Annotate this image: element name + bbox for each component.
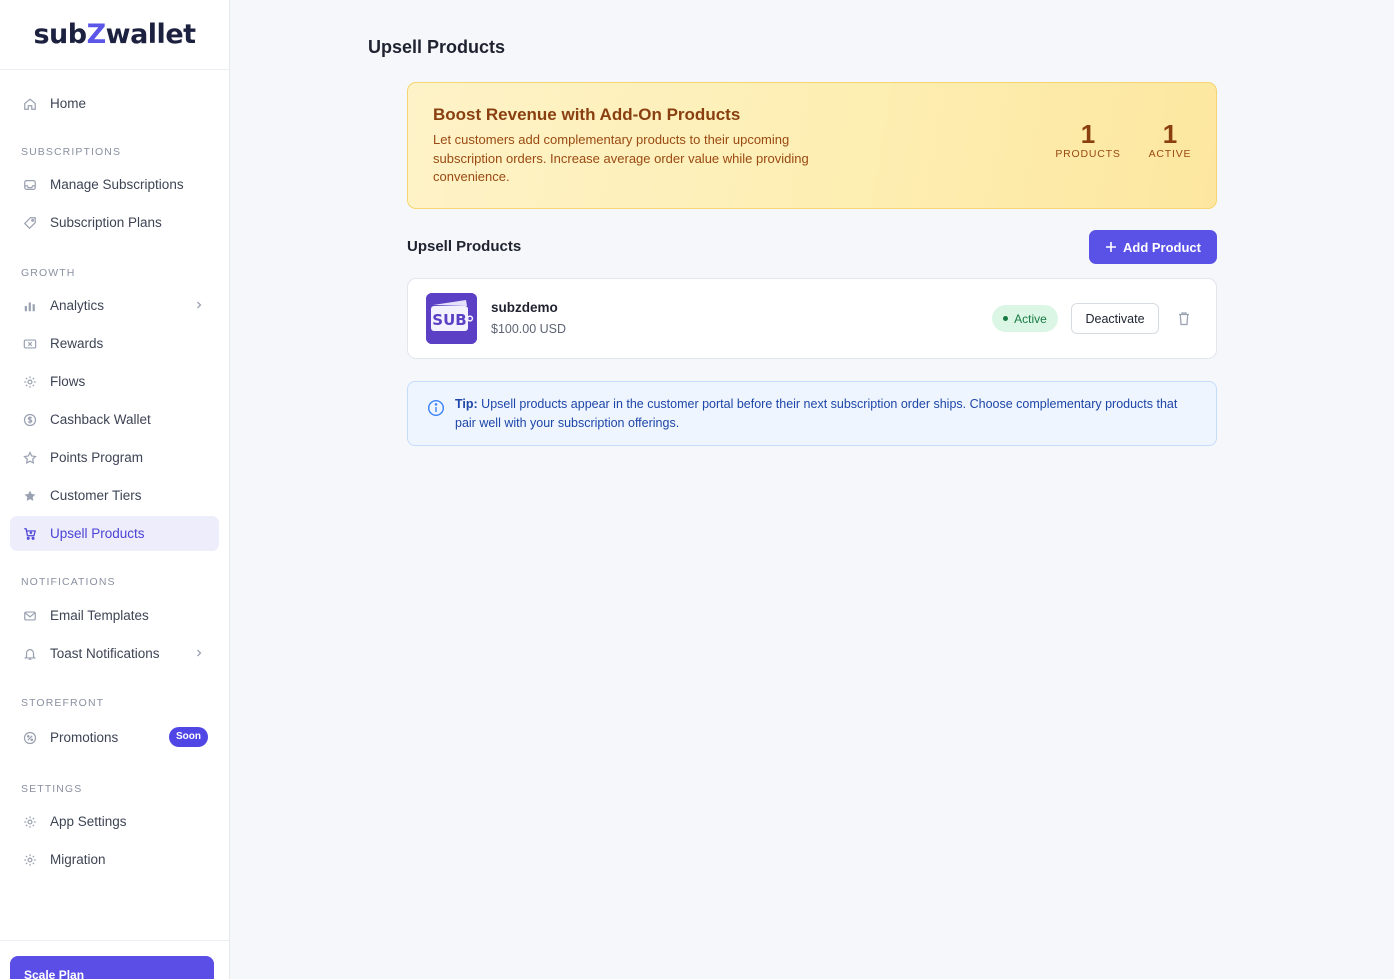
add-product-label: Add Product [1123,239,1201,255]
gear-icon [22,814,38,830]
stat-active: 1 ACTIVE [1140,121,1200,160]
sidebar-item-toast-notifications[interactable]: Toast Notifications [10,636,219,671]
sidebar-item-label: Analytics [50,298,105,313]
gear-icon [22,852,38,868]
status-dot [1003,316,1009,321]
trash-icon[interactable] [1176,310,1192,327]
tip-label: Tip: [455,397,478,411]
section-notifications: NOTIFICATIONS [21,576,116,588]
stat-products: 1 PRODUCTS [1048,121,1128,160]
deactivate-button[interactable]: Deactivate [1071,303,1159,334]
cart-plus-icon [22,526,38,542]
stat-label: ACTIVE [1148,148,1192,160]
sidebar-item-label: Email Templates [50,608,149,623]
product-row: SUB subzdemo $100.00 USD Active Deactiva… [407,278,1217,359]
sidebar-item-email-templates[interactable]: Email Templates [10,598,219,633]
inbox-icon [22,177,38,193]
chevron-right-icon [197,301,202,309]
status-label: Active [1014,311,1047,326]
tip-box: Tip: Upsell products appear in the custo… [407,381,1217,446]
sidebar-item-label: Rewards [50,336,104,351]
sidebar-item-points-program[interactable]: Points Program [10,440,219,475]
sidebar-item-label: App Settings [50,814,127,829]
sidebar-item-flows[interactable]: Flows [10,364,219,399]
sidebar-item-label: Home [50,96,87,111]
sidebar-item-upsell-products[interactable]: Upsell Products [10,516,219,551]
brand-suffix: wallet [105,19,196,50]
plan-footer: Scale Plan [0,940,229,979]
mail-icon [22,608,38,624]
product-thumbnail-text: SUB [432,311,466,329]
sidebar-item-app-settings[interactable]: App Settings [10,804,219,839]
tip-text: Tip: Upsell products appear in the custo… [455,395,1200,432]
sidebar-item-label: Migration [50,852,106,867]
stat-label: PRODUCTS [1055,148,1121,160]
sidebar-item-cashback-wallet[interactable]: Cashback Wallet [10,402,219,437]
home-icon [22,96,38,112]
plus-icon [1106,242,1116,252]
sidebar-item-label: Promotions [50,730,119,745]
sidebar-item-subscription-plans[interactable]: Subscription Plans [10,205,219,240]
section-growth: GROWTH [21,267,76,279]
section-settings: SETTINGS [21,783,83,795]
section-heading: Upsell Products [407,238,522,255]
section-subscriptions: SUBSCRIPTIONS [21,146,122,158]
gift-card-icon [22,336,38,352]
section-storefront: STOREFRONT [21,697,105,709]
sidebar-item-promotions[interactable]: Promotions Soon [10,720,219,755]
product-price: $100.00 USD [491,322,567,336]
sidebar-item-home[interactable]: Home [10,86,219,121]
sidebar-item-label: Upsell Products [50,526,145,541]
sidebar-item-label: Flows [50,374,86,389]
promo-banner: Boost Revenue with Add-On Products Let c… [407,82,1217,209]
status-badge: Active [992,305,1058,332]
sidebar-item-manage-subscriptions[interactable]: Manage Subscriptions [10,167,219,202]
scale-plan-button[interactable]: Scale Plan [10,956,214,979]
stat-value: 1 [1080,119,1096,149]
star-outline-icon [22,450,38,466]
sidebar-item-customer-tiers[interactable]: Customer Tiers [10,478,219,513]
banner-title: Boost Revenue with Add-On Products [433,105,741,124]
sidebar-item-label: Manage Subscriptions [50,177,184,192]
brand-accent: Z [86,19,107,50]
sidebar-item-label: Customer Tiers [50,488,142,503]
discount-icon [22,730,38,746]
brand-prefix: sub [33,19,87,50]
sidebar-item-analytics[interactable]: Analytics [10,288,219,323]
dollar-coin-icon [22,412,38,428]
gear-icon [22,374,38,390]
brand-logo[interactable]: sub Zwallet [0,0,229,70]
tip-body: Upsell products appear in the customer p… [455,397,1178,430]
soon-badge: Soon [169,727,208,747]
tag-icon [22,215,38,231]
page-title: Upsell Products [368,37,506,57]
chevron-right-icon [197,649,202,657]
add-product-button[interactable]: Add Product [1089,230,1217,264]
star-filled-icon [22,488,38,504]
bar-chart-icon [22,298,38,314]
stat-value: 1 [1162,119,1178,149]
sidebar: sub Zwallet Home SUBSCRIPTIONS Manage Sub… [0,0,230,979]
info-icon [427,399,445,417]
sidebar-item-label: Points Program [50,450,144,465]
sidebar-item-label: Cashback Wallet [50,412,151,427]
sidebar-item-rewards[interactable]: Rewards [10,326,219,361]
sidebar-item-label: Toast Notifications [50,646,160,661]
product-name: subzdemo [491,300,558,315]
product-thumbnail: SUB [426,293,477,344]
sidebar-item-label: Subscription Plans [50,215,162,230]
sidebar-item-migration[interactable]: Migration [10,842,219,877]
banner-description: Let customers add complementary products… [433,132,809,184]
bell-icon [22,646,38,662]
